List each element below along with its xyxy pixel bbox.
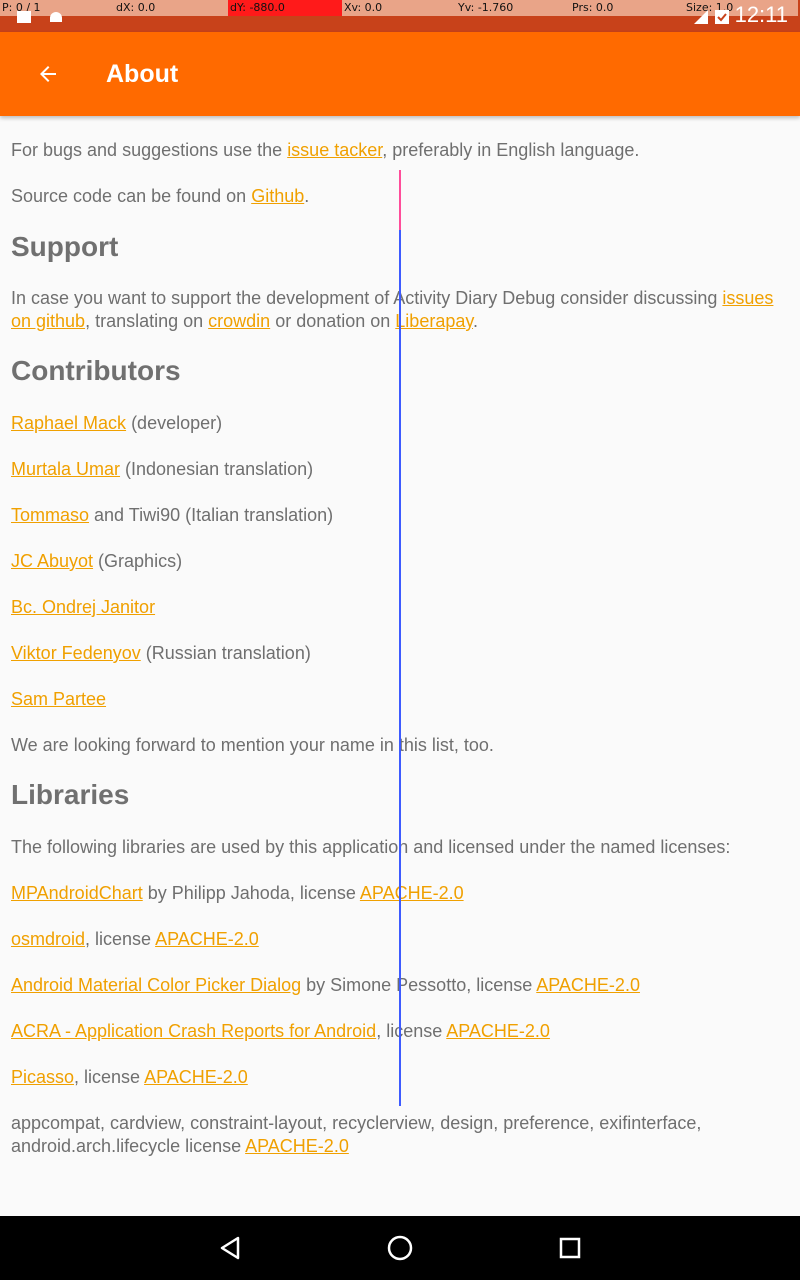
contributor-link[interactable]: Raphael Mack <box>11 413 126 433</box>
navigation-bar <box>0 1216 800 1280</box>
contributor-link[interactable]: Tommaso <box>11 505 89 525</box>
library-link[interactable]: Picasso <box>11 1067 74 1087</box>
library-item: Picasso, license APACHE-2.0 <box>11 1067 248 1087</box>
license-link[interactable]: APACHE-2.0 <box>144 1067 248 1087</box>
library-link[interactable]: osmdroid <box>11 929 85 949</box>
contributor-item: Raphael Mack (developer) <box>11 413 223 433</box>
triangle-back-icon <box>220 1236 240 1260</box>
app-bar: About <box>0 32 800 116</box>
signal-icon <box>694 10 708 24</box>
contributor-item: Viktor Fedenyov (Russian translation) <box>11 643 311 663</box>
license-link[interactable]: APACHE-2.0 <box>536 975 640 995</box>
nav-back-button[interactable] <box>200 1228 260 1268</box>
status-bar: P: 0 / 1 dX: 0.0 dY: -880.0 Xv: 0.0 Yv: … <box>0 0 800 32</box>
github-link[interactable]: Github <box>251 186 304 206</box>
library-item: ACRA - Application Crash Reports for And… <box>11 1021 550 1041</box>
contributor-link[interactable]: JC Abuyot <box>11 551 93 571</box>
pointer-dx: dX: 0.0 <box>114 0 228 16</box>
square-recents-icon <box>559 1237 581 1259</box>
nav-recents-button[interactable] <box>540 1228 600 1268</box>
pointer-location-overlay: P: 0 / 1 dX: 0.0 dY: -880.0 Xv: 0.0 Yv: … <box>0 0 800 16</box>
library-item: MPAndroidChart by Philipp Jahoda, licens… <box>11 883 464 903</box>
status-icons <box>694 8 730 24</box>
support-heading: Support <box>11 231 119 262</box>
clock: 12:11 <box>734 2 788 27</box>
source-paragraph: Source code can be found on Github. <box>11 186 310 206</box>
license-link[interactable]: APACHE-2.0 <box>360 883 464 903</box>
contributor-item: Sam Partee <box>11 688 791 711</box>
nav-home-button[interactable] <box>370 1228 430 1268</box>
crowdin-link[interactable]: crowdin <box>208 311 270 331</box>
pointer-xv: Xv: 0.0 <box>342 0 456 16</box>
libraries-heading: Libraries <box>11 779 130 810</box>
arrow-back-icon <box>40 66 56 82</box>
contributor-item: Bc. Ondrej Janitor <box>11 596 791 619</box>
contributor-item: Murtala Umar (Indonesian translation) <box>11 459 314 479</box>
pointer-trace-start <box>399 170 401 230</box>
contributor-link[interactable]: Viktor Fedenyov <box>11 643 141 663</box>
pointer-dy: dY: -880.0 <box>228 0 342 16</box>
support-libraries-paragraph: appcompat, cardview, constraint-layout, … <box>11 1113 702 1156</box>
library-link[interactable]: Android Material Color Picker Dialog <box>11 975 301 995</box>
notification-icon <box>17 11 31 23</box>
license-link[interactable]: APACHE-2.0 <box>446 1021 550 1041</box>
liberapay-link[interactable]: Liberapay <box>395 311 473 331</box>
contributor-item: JC Abuyot (Graphics) <box>11 551 183 571</box>
battery-icon <box>715 10 729 24</box>
back-button[interactable] <box>22 52 74 96</box>
contributor-link[interactable]: Sam Partee <box>11 689 106 709</box>
contributor-item: Tommaso and Tiwi90 (Italian translation) <box>11 505 334 525</box>
android-icon <box>50 12 62 22</box>
license-link[interactable]: APACHE-2.0 <box>245 1136 349 1156</box>
support-paragraph: In case you want to support the developm… <box>11 288 774 331</box>
license-link[interactable]: APACHE-2.0 <box>155 929 259 949</box>
pointer-yv: Yv: -1.760 <box>456 0 570 16</box>
bugs-paragraph: For bugs and suggestions use the issue t… <box>11 140 640 160</box>
library-link[interactable]: ACRA - Application Crash Reports for And… <box>11 1021 376 1041</box>
issue-tracker-link[interactable]: issue tacker <box>287 140 382 160</box>
pointer-pressure: Prs: 0.0 <box>570 0 684 16</box>
contributor-link[interactable]: Bc. Ondrej Janitor <box>11 597 155 617</box>
page-title: About <box>106 60 179 88</box>
contributors-heading: Contributors <box>11 355 181 386</box>
contributor-link[interactable]: Murtala Umar <box>11 459 120 479</box>
looking-forward-text: We are looking forward to mention your n… <box>11 735 494 755</box>
pointer-trace-line <box>399 170 401 1106</box>
library-item: osmdroid, license APACHE-2.0 <box>11 929 259 949</box>
libraries-intro: The following libraries are used by this… <box>11 837 731 857</box>
library-link[interactable]: MPAndroidChart <box>11 883 143 903</box>
library-item: Android Material Color Picker Dialog by … <box>11 975 640 995</box>
circle-home-icon <box>387 1235 413 1261</box>
